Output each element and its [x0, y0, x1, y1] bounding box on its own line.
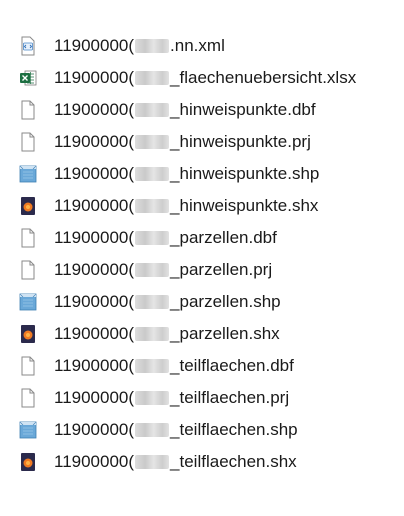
redacted-segment [135, 359, 170, 373]
blank-file-icon [18, 100, 38, 120]
file-row[interactable]: 11900000(_parzellen.shx [18, 318, 398, 350]
file-name: 11900000(_hinweispunkte.shp [54, 164, 320, 183]
file-row[interactable]: 11900000(_parzellen.dbf [18, 222, 398, 254]
file-name: 11900000(_hinweispunkte.shx [54, 196, 319, 215]
file-name: 11900000(_parzellen.dbf [54, 228, 277, 247]
redacted-segment [135, 71, 170, 85]
file-row[interactable]: 11900000(_flaechenuebersicht.xlsx [18, 62, 398, 94]
redacted-segment [135, 327, 170, 341]
redacted-segment [135, 391, 170, 405]
file-name: 11900000(_hinweispunkte.dbf [54, 100, 316, 119]
file-name: 11900000(_teilflaechen.dbf [54, 356, 294, 375]
shp-file-icon [18, 164, 38, 184]
file-name: 11900000(_parzellen.shx [54, 324, 280, 343]
file-name: 11900000(_parzellen.shp [54, 292, 281, 311]
shx-file-icon [18, 196, 38, 216]
file-name: 11900000(_hinweispunkte.prj [54, 132, 311, 151]
file-list: 11900000(.nn.xml 11900000(_flaechenueber… [0, 0, 404, 516]
blank-file-icon [18, 356, 38, 376]
shp-file-icon [18, 420, 38, 440]
file-row[interactable]: 11900000(_teilflaechen.prj [18, 382, 398, 414]
redacted-segment [135, 135, 170, 149]
excel-file-icon [18, 68, 38, 88]
shx-file-icon [18, 452, 38, 472]
file-row[interactable]: 11900000(_teilflaechen.dbf [18, 350, 398, 382]
file-name: 11900000(_flaechenuebersicht.xlsx [54, 68, 357, 87]
file-row[interactable]: 11900000(_teilflaechen.shp [18, 414, 398, 446]
file-name: 11900000(_teilflaechen.shx [54, 452, 297, 471]
blank-file-icon [18, 228, 38, 248]
redacted-segment [135, 167, 170, 181]
file-name: 11900000(_teilflaechen.prj [54, 388, 290, 407]
redacted-segment [135, 295, 170, 309]
blank-file-icon [18, 388, 38, 408]
file-row[interactable]: 11900000(_hinweispunkte.shp [18, 158, 398, 190]
file-name: 11900000(.nn.xml [54, 36, 225, 55]
file-row[interactable]: 11900000(_teilflaechen.shx [18, 446, 398, 478]
xml-file-icon [18, 36, 38, 56]
file-row[interactable]: 11900000(_hinweispunkte.dbf [18, 94, 398, 126]
redacted-segment [135, 199, 170, 213]
redacted-segment [135, 423, 170, 437]
shp-file-icon [18, 292, 38, 312]
file-row[interactable]: 11900000(_parzellen.shp [18, 286, 398, 318]
file-row[interactable]: 11900000(_parzellen.prj [18, 254, 398, 286]
blank-file-icon [18, 260, 38, 280]
file-row[interactable]: 11900000(_hinweispunkte.shx [18, 190, 398, 222]
redacted-segment [135, 263, 170, 277]
file-row[interactable]: 11900000(.nn.xml [18, 30, 398, 62]
blank-file-icon [18, 132, 38, 152]
redacted-segment [135, 455, 170, 469]
shx-file-icon [18, 324, 38, 344]
file-row[interactable]: 11900000(_hinweispunkte.prj [18, 126, 398, 158]
redacted-segment [135, 39, 170, 53]
file-name: 11900000(_parzellen.prj [54, 260, 273, 279]
redacted-segment [135, 103, 170, 117]
file-name: 11900000(_teilflaechen.shp [54, 420, 298, 439]
redacted-segment [135, 231, 170, 245]
